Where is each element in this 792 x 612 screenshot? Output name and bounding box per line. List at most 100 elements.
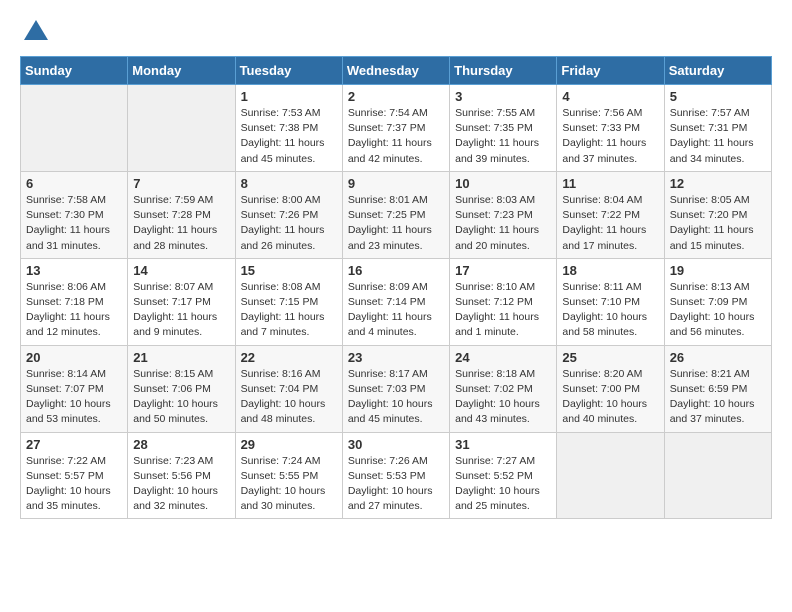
day-number: 8 (241, 176, 337, 191)
calendar-week-row: 27 Sunrise: 7:22 AM Sunset: 5:57 PM Dayli… (21, 432, 772, 519)
day-number: 6 (26, 176, 122, 191)
day-number: 3 (455, 89, 551, 104)
weekday-header: Monday (128, 57, 235, 85)
day-number: 26 (670, 350, 766, 365)
day-info: Sunrise: 8:07 AM Sunset: 7:17 PM Dayligh… (133, 280, 229, 341)
day-info: Sunrise: 8:20 AM Sunset: 7:00 PM Dayligh… (562, 367, 658, 428)
logo (20, 20, 52, 40)
calendar-cell: 9 Sunrise: 8:01 AM Sunset: 7:25 PM Daylig… (342, 171, 449, 258)
day-info: Sunrise: 8:11 AM Sunset: 7:10 PM Dayligh… (562, 280, 658, 341)
calendar-week-row: 1 Sunrise: 7:53 AM Sunset: 7:38 PM Daylig… (21, 85, 772, 172)
day-number: 16 (348, 263, 444, 278)
day-info: Sunrise: 7:22 AM Sunset: 5:57 PM Dayligh… (26, 454, 122, 515)
calendar-cell: 28 Sunrise: 7:23 AM Sunset: 5:56 PM Dayli… (128, 432, 235, 519)
calendar-cell: 21 Sunrise: 8:15 AM Sunset: 7:06 PM Dayli… (128, 345, 235, 432)
day-number: 14 (133, 263, 229, 278)
day-number: 2 (348, 89, 444, 104)
calendar-cell (664, 432, 771, 519)
day-info: Sunrise: 8:03 AM Sunset: 7:23 PM Dayligh… (455, 193, 551, 254)
day-info: Sunrise: 8:06 AM Sunset: 7:18 PM Dayligh… (26, 280, 122, 341)
calendar-cell: 24 Sunrise: 8:18 AM Sunset: 7:02 PM Dayli… (450, 345, 557, 432)
day-info: Sunrise: 8:18 AM Sunset: 7:02 PM Dayligh… (455, 367, 551, 428)
day-info: Sunrise: 8:10 AM Sunset: 7:12 PM Dayligh… (455, 280, 551, 341)
day-info: Sunrise: 8:15 AM Sunset: 7:06 PM Dayligh… (133, 367, 229, 428)
calendar-week-row: 6 Sunrise: 7:58 AM Sunset: 7:30 PM Daylig… (21, 171, 772, 258)
calendar-cell: 2 Sunrise: 7:54 AM Sunset: 7:37 PM Daylig… (342, 85, 449, 172)
page-header (20, 20, 772, 40)
day-number: 5 (670, 89, 766, 104)
weekday-header: Friday (557, 57, 664, 85)
day-info: Sunrise: 7:57 AM Sunset: 7:31 PM Dayligh… (670, 106, 766, 167)
day-number: 20 (26, 350, 122, 365)
day-number: 19 (670, 263, 766, 278)
calendar-cell: 6 Sunrise: 7:58 AM Sunset: 7:30 PM Daylig… (21, 171, 128, 258)
day-info: Sunrise: 7:59 AM Sunset: 7:28 PM Dayligh… (133, 193, 229, 254)
day-info: Sunrise: 8:16 AM Sunset: 7:04 PM Dayligh… (241, 367, 337, 428)
day-number: 9 (348, 176, 444, 191)
day-info: Sunrise: 8:01 AM Sunset: 7:25 PM Dayligh… (348, 193, 444, 254)
calendar-cell: 15 Sunrise: 8:08 AM Sunset: 7:15 PM Dayli… (235, 258, 342, 345)
calendar-cell: 17 Sunrise: 8:10 AM Sunset: 7:12 PM Dayli… (450, 258, 557, 345)
calendar-cell (128, 85, 235, 172)
calendar-cell: 3 Sunrise: 7:55 AM Sunset: 7:35 PM Daylig… (450, 85, 557, 172)
calendar-cell: 26 Sunrise: 8:21 AM Sunset: 6:59 PM Dayli… (664, 345, 771, 432)
calendar-cell: 14 Sunrise: 8:07 AM Sunset: 7:17 PM Dayli… (128, 258, 235, 345)
day-number: 21 (133, 350, 229, 365)
day-number: 29 (241, 437, 337, 452)
calendar-header-row: SundayMondayTuesdayWednesdayThursdayFrid… (21, 57, 772, 85)
day-info: Sunrise: 7:53 AM Sunset: 7:38 PM Dayligh… (241, 106, 337, 167)
day-info: Sunrise: 8:05 AM Sunset: 7:20 PM Dayligh… (670, 193, 766, 254)
day-info: Sunrise: 8:14 AM Sunset: 7:07 PM Dayligh… (26, 367, 122, 428)
calendar-cell: 27 Sunrise: 7:22 AM Sunset: 5:57 PM Dayli… (21, 432, 128, 519)
calendar-cell: 5 Sunrise: 7:57 AM Sunset: 7:31 PM Daylig… (664, 85, 771, 172)
calendar-cell: 20 Sunrise: 8:14 AM Sunset: 7:07 PM Dayli… (21, 345, 128, 432)
calendar-cell: 30 Sunrise: 7:26 AM Sunset: 5:53 PM Dayli… (342, 432, 449, 519)
day-number: 28 (133, 437, 229, 452)
calendar-cell: 7 Sunrise: 7:59 AM Sunset: 7:28 PM Daylig… (128, 171, 235, 258)
day-info: Sunrise: 8:09 AM Sunset: 7:14 PM Dayligh… (348, 280, 444, 341)
day-number: 13 (26, 263, 122, 278)
calendar-week-row: 13 Sunrise: 8:06 AM Sunset: 7:18 PM Dayli… (21, 258, 772, 345)
calendar-cell: 19Sunrise: 8:13 AM Sunset: 7:09 PM Dayli… (664, 258, 771, 345)
calendar-cell: 12 Sunrise: 8:05 AM Sunset: 7:20 PM Dayli… (664, 171, 771, 258)
day-info: Sunrise: 8:00 AM Sunset: 7:26 PM Dayligh… (241, 193, 337, 254)
day-info: Sunrise: 7:58 AM Sunset: 7:30 PM Dayligh… (26, 193, 122, 254)
day-number: 12 (670, 176, 766, 191)
calendar-cell: 18Sunrise: 8:11 AM Sunset: 7:10 PM Dayli… (557, 258, 664, 345)
day-number: 27 (26, 437, 122, 452)
day-info: Sunrise: 7:23 AM Sunset: 5:56 PM Dayligh… (133, 454, 229, 515)
day-info: Sunrise: 7:26 AM Sunset: 5:53 PM Dayligh… (348, 454, 444, 515)
calendar-week-row: 20 Sunrise: 8:14 AM Sunset: 7:07 PM Dayli… (21, 345, 772, 432)
day-info: Sunrise: 7:24 AM Sunset: 5:55 PM Dayligh… (241, 454, 337, 515)
day-info: Sunrise: 7:27 AM Sunset: 5:52 PM Dayligh… (455, 454, 551, 515)
calendar-table: SundayMondayTuesdayWednesdayThursdayFrid… (20, 56, 772, 519)
calendar-cell: 1 Sunrise: 7:53 AM Sunset: 7:38 PM Daylig… (235, 85, 342, 172)
weekday-header: Saturday (664, 57, 771, 85)
weekday-header: Sunday (21, 57, 128, 85)
day-number: 10 (455, 176, 551, 191)
day-number: 30 (348, 437, 444, 452)
day-number: 15 (241, 263, 337, 278)
day-number: 17 (455, 263, 551, 278)
calendar-cell: 23Sunrise: 8:17 AM Sunset: 7:03 PM Dayli… (342, 345, 449, 432)
calendar-cell (557, 432, 664, 519)
day-number: 7 (133, 176, 229, 191)
calendar-cell: 29 Sunrise: 7:24 AM Sunset: 5:55 PM Dayli… (235, 432, 342, 519)
day-info: Sunrise: 8:08 AM Sunset: 7:15 PM Dayligh… (241, 280, 337, 341)
calendar-cell: 22 Sunrise: 8:16 AM Sunset: 7:04 PM Dayli… (235, 345, 342, 432)
day-number: 22 (241, 350, 337, 365)
calendar-cell: 8 Sunrise: 8:00 AM Sunset: 7:26 PM Daylig… (235, 171, 342, 258)
calendar-cell: 31Sunrise: 7:27 AM Sunset: 5:52 PM Dayli… (450, 432, 557, 519)
weekday-header: Thursday (450, 57, 557, 85)
day-info: Sunrise: 7:55 AM Sunset: 7:35 PM Dayligh… (455, 106, 551, 167)
logo-icon (24, 20, 48, 40)
weekday-header: Tuesday (235, 57, 342, 85)
day-number: 24 (455, 350, 551, 365)
day-info: Sunrise: 8:17 AM Sunset: 7:03 PM Dayligh… (348, 367, 444, 428)
calendar-cell: 16 Sunrise: 8:09 AM Sunset: 7:14 PM Dayli… (342, 258, 449, 345)
weekday-header: Wednesday (342, 57, 449, 85)
day-info: Sunrise: 8:21 AM Sunset: 6:59 PM Dayligh… (670, 367, 766, 428)
day-info: Sunrise: 7:54 AM Sunset: 7:37 PM Dayligh… (348, 106, 444, 167)
day-number: 1 (241, 89, 337, 104)
day-number: 11 (562, 176, 658, 191)
